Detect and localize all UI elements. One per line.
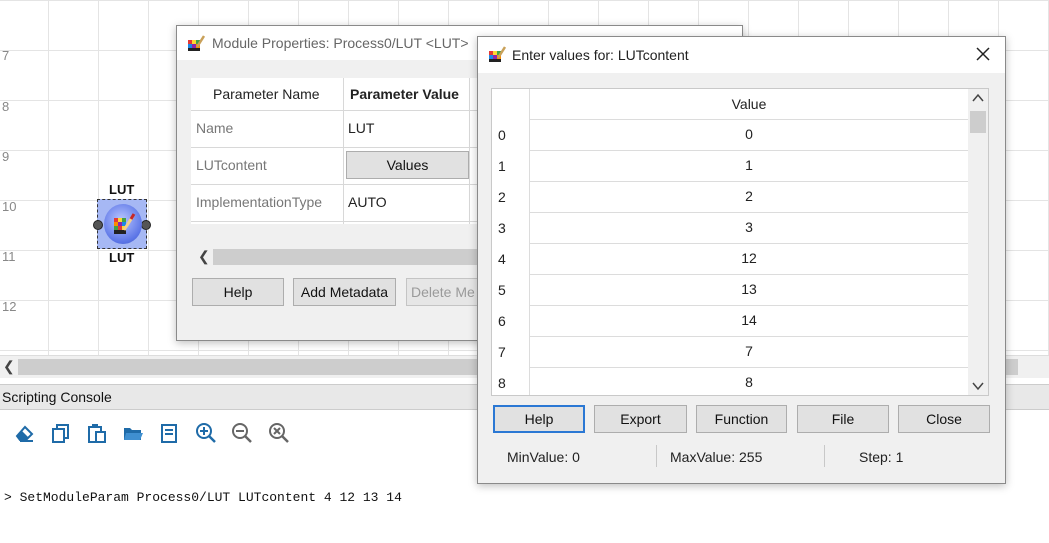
function-button[interactable]: Function: [696, 405, 787, 433]
ruler-label: 12: [2, 299, 17, 314]
module-label-top: LUT: [109, 182, 135, 197]
scroll-left-icon[interactable]: ❮: [3, 358, 15, 375]
file-button[interactable]: File: [797, 405, 889, 433]
parameter-table: Parameter Name Parameter Value Name LUT …: [191, 78, 481, 224]
status-divider: [656, 445, 657, 467]
paste-icon[interactable]: [86, 422, 108, 444]
enter-values-title: Enter values for: LUTcontent: [512, 47, 689, 63]
parameter-table-horizontal-scrollbar[interactable]: ❮: [191, 246, 483, 268]
zoom-in-icon[interactable]: [195, 422, 217, 444]
max-value-label: MaxValue: 255: [670, 449, 763, 465]
close-icon[interactable]: [973, 44, 993, 64]
ruler-label: 7: [2, 48, 10, 63]
add-metadata-button[interactable]: Add Metadata: [293, 278, 396, 306]
close-button[interactable]: Close: [898, 405, 990, 433]
ruler-label: 10: [2, 199, 17, 214]
column-divider: [469, 78, 470, 224]
module-properties-title: Module Properties: Process0/LUT <LUT>: [212, 35, 469, 51]
ruler-label: 11: [2, 249, 16, 264]
chevron-up-icon[interactable]: [972, 91, 984, 103]
row-index: 3: [498, 220, 506, 236]
parameter-value[interactable]: LUT: [348, 110, 374, 147]
row-index: 5: [498, 282, 506, 298]
row-index: 0: [498, 127, 506, 143]
row-index: 1: [498, 158, 506, 174]
step-label: Step: 1: [859, 449, 904, 465]
value-cell[interactable]: 0: [530, 119, 968, 151]
value-column-header: Value: [530, 89, 968, 120]
table-row[interactable]: 22: [492, 181, 968, 213]
values-vertical-scrollbar[interactable]: [968, 89, 988, 395]
export-button[interactable]: Export: [594, 405, 687, 433]
ruler-label: 8: [2, 99, 10, 114]
console-command-line: > SetModuleParam Process0/LUT LUTcontent…: [4, 490, 402, 505]
enter-values-titlebar: Enter values for: LUTcontent: [478, 37, 1005, 73]
parameter-name: ImplementationType: [196, 194, 323, 210]
column-header-value: Parameter Value: [350, 86, 459, 102]
open-folder-icon[interactable]: [122, 422, 144, 444]
scrollbar-thumb[interactable]: [970, 111, 986, 133]
app-icon: [489, 46, 506, 62]
table-row[interactable]: ImplementationType AUTO: [191, 184, 481, 222]
value-cell[interactable]: 7: [530, 336, 968, 368]
chevron-down-icon[interactable]: [972, 379, 984, 391]
column-header-name: Parameter Name: [213, 86, 320, 102]
table-row[interactable]: 4 12: [492, 243, 968, 275]
value-cell[interactable]: 8: [530, 367, 968, 395]
row-index: 7: [498, 344, 506, 360]
zoom-out-icon[interactable]: [231, 422, 253, 444]
table-row[interactable]: 11: [492, 150, 968, 182]
help-button[interactable]: Help: [192, 278, 284, 306]
scrollbar-thumb[interactable]: [213, 249, 483, 265]
status-divider: [824, 445, 825, 467]
table-row[interactable]: 6 14: [492, 305, 968, 337]
table-row[interactable]: 77: [492, 336, 968, 368]
output-port[interactable]: [141, 220, 151, 230]
console-title: Scripting Console: [2, 389, 112, 405]
table-row[interactable]: 5 13: [492, 274, 968, 306]
eraser-icon[interactable]: [14, 422, 36, 444]
parameter-value[interactable]: AUTO: [348, 184, 387, 221]
ruler-label: 9: [2, 149, 10, 164]
book-icon[interactable]: [158, 422, 180, 444]
value-cell[interactable]: 13: [530, 274, 968, 306]
lut-module-node[interactable]: [93, 199, 151, 249]
table-row[interactable]: LUTcontent Values: [191, 147, 481, 185]
parameter-name: Name: [196, 120, 234, 136]
min-value-label: MinValue: 0: [507, 449, 580, 465]
app-icon: [188, 35, 205, 51]
value-cell[interactable]: 3: [530, 212, 968, 244]
lut-module-icon: [104, 204, 142, 244]
module-label-bottom: LUT: [109, 250, 135, 265]
table-row[interactable]: 33: [492, 212, 968, 244]
table-row[interactable]: Name LUT: [191, 110, 481, 148]
scroll-left-icon[interactable]: ❮: [198, 248, 210, 265]
row-index: 6: [498, 313, 506, 329]
parameter-table-header: Parameter Name Parameter Value: [191, 78, 481, 111]
delete-metadata-button[interactable]: Delete Me: [406, 278, 486, 306]
enter-values-dialog: Enter values for: LUTcontent Value 00 11…: [477, 36, 1006, 484]
help-button[interactable]: Help: [493, 405, 585, 433]
value-cell[interactable]: 12: [530, 243, 968, 275]
column-divider: [343, 78, 344, 224]
value-cell[interactable]: 14: [530, 305, 968, 337]
value-cell[interactable]: 2: [530, 181, 968, 213]
values-table: Value 00 11 22 33 4 12 5 13 6 14 77 88: [491, 88, 989, 396]
input-port[interactable]: [93, 220, 103, 230]
values-button[interactable]: Values: [346, 151, 469, 179]
parameter-name: LUTcontent: [196, 157, 267, 173]
copy-icon[interactable]: [50, 422, 72, 444]
table-row[interactable]: 00: [492, 119, 968, 151]
row-index: 4: [498, 251, 506, 267]
row-index: 8: [498, 375, 506, 391]
value-cell[interactable]: 1: [530, 150, 968, 182]
row-index: 2: [498, 189, 506, 205]
table-row[interactable]: 88: [492, 367, 968, 395]
zoom-reset-icon[interactable]: [268, 422, 290, 444]
